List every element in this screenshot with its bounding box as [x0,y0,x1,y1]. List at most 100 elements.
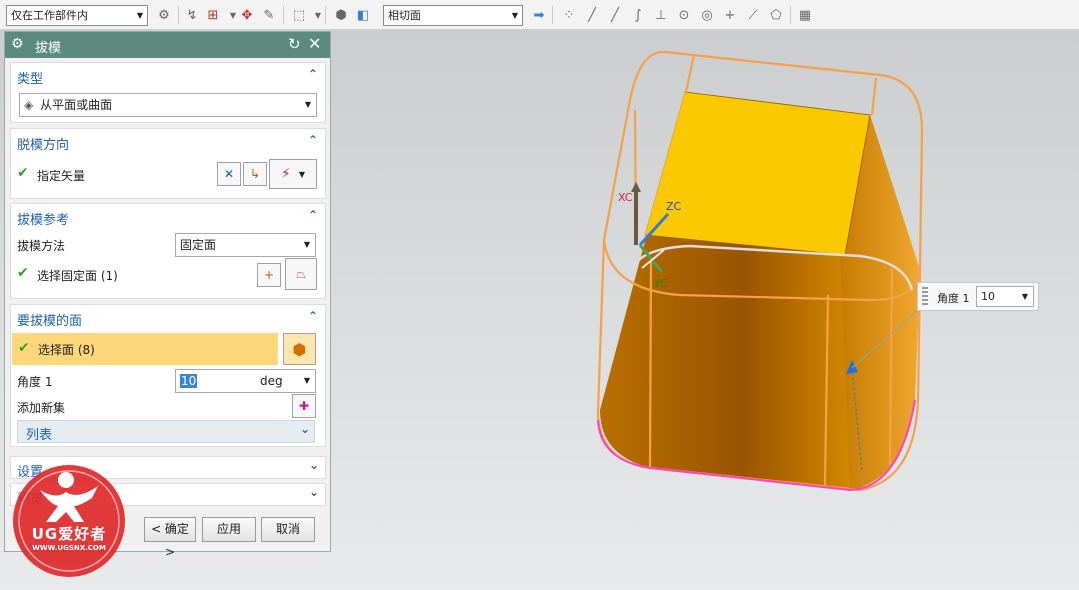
point-on-curve-icon[interactable]: ⟋ [744,6,762,24]
chevron-up-icon[interactable]: ⌃ [305,131,321,149]
face-rule-select[interactable]: 相切面 ▼ [383,5,523,26]
axis-label-y: YC [654,277,668,290]
close-icon[interactable]: ✕ [308,34,321,53]
assembly-filter-icon[interactable]: ⚙ [155,6,173,24]
top-toolbar: 仅在工作部件内 ▼ ⚙ ↯ ⊞ ▼ ✥ ✎ ⬚ ▼ ⬢ ◧ 相切面 ▼ ➡ ⁘ … [0,0,1079,30]
toolbar-divider [790,6,791,24]
quadrant-icon[interactable]: ◎ [698,6,716,24]
ok-button[interactable]: < 确定 > [144,517,196,559]
check-icon: ✔ [17,165,29,181]
group-direction: 脱模方向 ⌃ ✔ 指定矢量 ✕ ↳ ⚡ ▼ [10,128,326,199]
angle-row: 角度 1 10 deg ▼ [11,368,325,394]
angle-screen-input: 角度 1 10 ▼ [917,282,1039,311]
pick-icon[interactable]: ✎ [260,6,278,24]
plane-dialog-button[interactable]: + [257,263,281,287]
list-label: 列表 [26,428,53,443]
selection-filter-select[interactable]: 仅在工作部件内 ▼ [6,5,148,26]
face-select-button[interactable]: ⬢ [283,333,316,365]
part-body[interactable] [600,91,920,490]
vector-row[interactable]: ✔ 指定矢量 ✕ ↳ ⚡ ▼ [11,159,325,189]
line-end-icon[interactable]: ╱ [583,6,601,24]
point-cloud-icon[interactable]: ⁘ [560,6,578,24]
group-type: 类型 ⌃ ◈ 从平面或曲面 ▼ [10,62,326,123]
chevron-down-icon: ⌄ [299,422,310,436]
list-toggle[interactable]: 列表 ⌄ [17,420,315,443]
arc-center-icon[interactable]: ⊙ [675,6,693,24]
toolbar-divider [178,6,179,24]
plane-face-icon: ◈ [24,98,34,112]
existing-point-icon[interactable]: + [721,6,739,24]
reset-icon[interactable]: ↻ [288,35,301,53]
inferred-vector-icon: ⚡ [281,166,291,182]
angle-screen-field[interactable]: 10 ▼ [976,286,1034,307]
arrow-right-icon[interactable]: ➡ [530,6,548,24]
method-label: 拔模方法 [17,239,66,253]
solid-body-icon[interactable]: ⬢ [332,6,350,24]
fixed-face-row[interactable]: ✔ 选择固定面 (1) + ⏢ [11,258,325,290]
method-row: 拔模方法 固定面 ▼ [11,232,325,258]
method-select[interactable]: 固定面 ▼ [175,233,316,257]
reverse-direction-button[interactable]: ✕ [217,162,241,186]
add-point-icon[interactable]: ⊞ [204,6,222,24]
add-new-set-button[interactable]: ✚ [292,394,316,418]
chevron-down-icon: ▼ [136,11,143,20]
add-set-label: 添加新集 [17,401,66,415]
fixed-face-label: 选择固定面 (1) [37,269,118,283]
chevron-down-icon: ⌄ [308,485,319,499]
drag-handle[interactable] [922,287,928,307]
chevron-down-icon: ▼ [303,240,310,249]
group-reference-header[interactable]: 拔模参考 ⌃ [11,204,325,230]
chevron-up-icon[interactable]: ⌃ [305,65,321,83]
axis-label-x: XC [618,191,633,204]
grid-snap-icon[interactable]: ▦ [796,6,814,24]
gear-icon[interactable]: ⚙ [11,36,24,52]
group-faces-title: 要拔模的面 [17,314,83,329]
group-reference-title: 拔模参考 [17,213,70,228]
angle-unit: deg [260,374,283,388]
vector-type-dropdown[interactable]: ⚡ ▼ [269,159,317,189]
intersection-icon[interactable]: ⊥ [652,6,670,24]
vector-dialog-button[interactable]: ↳ [243,162,267,186]
angle-label: 角度 1 [17,375,53,389]
group-faces: 要拔模的面 ⌃ ✔ 选择面 (8) ⬢ 角度 1 10 deg ▼ 添加新集 ✚… [10,304,326,447]
watermark-seal [13,465,125,577]
check-icon: ✔ [17,265,29,281]
cancel-button[interactable]: 取消 [261,517,315,542]
face-rule-value: 相切面 [388,9,421,22]
angle-screen-value: 10 [981,290,995,303]
group-type-title: 类型 [17,72,44,87]
chevron-down-icon: ▼ [298,169,305,179]
toolbar-divider [325,6,326,24]
angle-value: 10 [180,374,198,388]
top-face[interactable] [644,91,871,256]
group-type-header[interactable]: 类型 ⌃ [11,63,325,89]
toolbar-divider [283,6,284,24]
type-select[interactable]: ◈ 从平面或曲面 ▼ [19,93,317,117]
dialog-title-bar[interactable]: ⚙ 拔模 ↻ ✕ [5,32,330,58]
chevron-up-icon[interactable]: ⌃ [305,307,321,325]
chevron-down-icon: ▼ [304,100,311,109]
select-faces-row[interactable]: ✔ 选择面 (8) [12,333,278,365]
chevron-up-icon[interactable]: ⌃ [305,206,321,224]
midpoint-icon[interactable]: ╱ [606,6,624,24]
method-value: 固定面 [180,238,217,252]
fixed-face-select-button[interactable]: ⏢ [285,258,317,290]
rectangle-select-icon[interactable]: ⬚ [290,6,308,24]
move-icon[interactable]: ✥ [238,6,256,24]
chevron-down-icon: ▼ [511,11,518,20]
angle-input[interactable]: 10 deg ▼ [175,369,316,393]
group-reference: 拔模参考 ⌃ 拔模方法 固定面 ▼ ✔ 选择固定面 (1) + ⏢ [10,203,326,299]
point-on-face-icon[interactable]: ⬠ [767,6,785,24]
curve-point-icon[interactable]: ∫ [629,6,647,24]
select-faces-label: 选择面 (8) [38,343,95,357]
face-select-icon[interactable]: ◧ [354,6,372,24]
axis-label-z: ZC [666,200,682,213]
group-faces-header[interactable]: 要拔模的面 ⌃ [11,305,325,331]
apply-button[interactable]: 应用 [202,517,256,542]
selection-filter-value: 仅在工作部件内 [11,9,88,22]
group-direction-title: 脱模方向 [17,138,70,153]
snap-point-icon[interactable]: ↯ [183,6,201,24]
group-direction-header[interactable]: 脱模方向 ⌃ [11,129,325,155]
chevron-down-icon: ▼ [303,376,310,385]
cube-face-icon: ⬢ [292,339,307,359]
